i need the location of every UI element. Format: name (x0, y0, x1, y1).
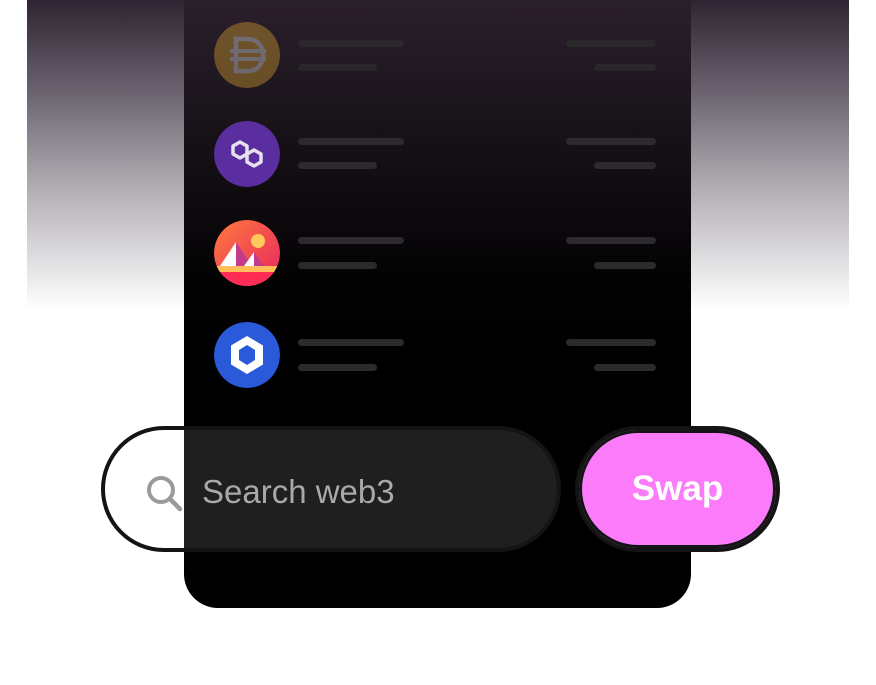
token-name-placeholder (298, 138, 404, 145)
token-balance-placeholder (566, 40, 656, 47)
token-name-placeholder (298, 40, 404, 47)
search-bar[interactable]: Search web3 (101, 426, 561, 552)
chainlink-icon (214, 322, 280, 388)
token-value-placeholder (594, 162, 656, 169)
token-name-placeholder (298, 339, 404, 346)
token-row-polygon[interactable] (184, 121, 691, 187)
token-balance-placeholder (566, 138, 656, 145)
decentraland-icon (214, 220, 280, 286)
token-symbol-placeholder (298, 262, 377, 269)
token-symbol-placeholder (298, 162, 377, 169)
swap-button[interactable]: Swap (575, 426, 780, 552)
search-icon (145, 474, 185, 514)
token-value-placeholder (594, 364, 656, 371)
swap-button-label: Swap (631, 469, 724, 508)
token-row-decentraland[interactable] (184, 220, 691, 286)
token-symbol-placeholder (298, 64, 377, 71)
dai-icon (214, 22, 280, 88)
token-row-dai[interactable] (184, 22, 691, 88)
token-value-placeholder (594, 64, 656, 71)
token-name-placeholder (298, 237, 404, 244)
polygon-icon (214, 121, 280, 187)
token-balance-placeholder (566, 237, 656, 244)
token-symbol-placeholder (298, 364, 377, 371)
token-balance-placeholder (566, 339, 656, 346)
search-placeholder[interactable]: Search web3 (202, 468, 395, 516)
token-row-chainlink[interactable] (184, 322, 691, 388)
token-value-placeholder (594, 262, 656, 269)
